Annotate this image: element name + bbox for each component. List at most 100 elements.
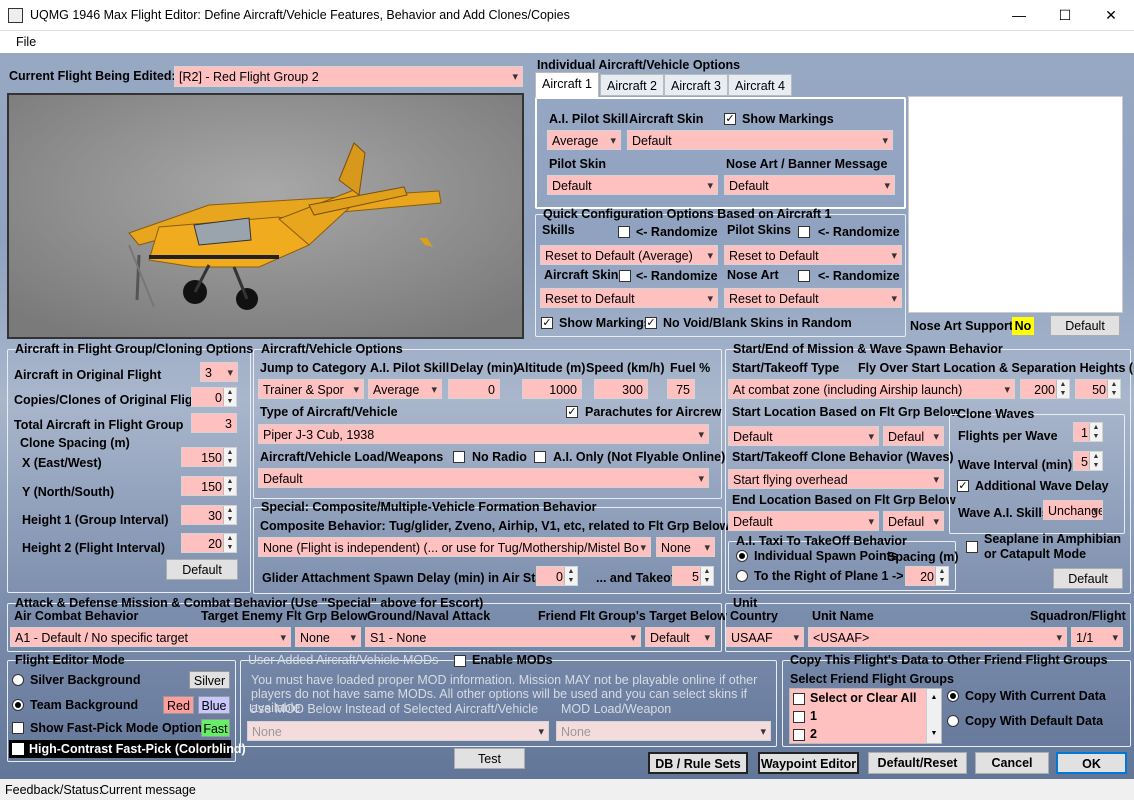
maximize-button[interactable]: ☐ (1042, 0, 1088, 30)
minimize-button[interactable]: — (996, 0, 1042, 30)
test-button[interactable]: Test (454, 748, 525, 769)
ok-button[interactable]: OK (1056, 752, 1127, 774)
skin-select[interactable]: Default (627, 130, 893, 150)
alt-input[interactable]: 1000 (522, 379, 582, 399)
fly-h2-input[interactable]: 50 ▲ ▼ (1075, 379, 1121, 399)
quick-show-markings-checkbox[interactable]: ✓ (541, 317, 553, 329)
menu-file[interactable]: File (16, 35, 36, 49)
tab-aircraft-4[interactable]: Aircraft 4 (728, 74, 793, 96)
mod-select[interactable]: None (247, 721, 549, 741)
default-reset-button[interactable]: Default/Reset (868, 752, 967, 774)
tab-aircraft-1[interactable]: Aircraft 1 (535, 72, 600, 98)
delay-input[interactable]: 0 (448, 379, 500, 399)
fast-pick-checkbox[interactable] (12, 722, 24, 734)
glider-input[interactable]: 0 ▲ ▼ (536, 566, 578, 586)
speed-input[interactable]: 300 (594, 379, 648, 399)
mod-load-select[interactable]: None (556, 721, 771, 741)
h1-spin[interactable]: ▲ ▼ (223, 506, 236, 524)
av-skill-select[interactable]: Average (368, 379, 442, 399)
randomize-pilot-skins-checkbox[interactable] (798, 226, 810, 238)
individual-spawn-radio[interactable] (736, 550, 748, 562)
right-input[interactable]: 20 ▲ ▼ (905, 566, 949, 586)
blue-swatch[interactable]: Blue (198, 696, 230, 714)
ground-attack-select[interactable]: S1 - None (365, 627, 641, 647)
fpw-spin[interactable]: ▲ ▼ (1089, 423, 1102, 441)
waypoint-button[interactable]: Waypoint Editor (758, 752, 859, 774)
copy-default-radio[interactable] (947, 715, 959, 727)
ai-only-checkbox[interactable] (534, 451, 546, 463)
fuel-input[interactable]: 75 (667, 379, 695, 399)
takeoff-input[interactable]: 5 ▲ ▼ (672, 566, 714, 586)
nose-select[interactable]: Default (724, 175, 895, 195)
cancel-button[interactable]: Cancel (975, 752, 1049, 774)
friend-2-checkbox[interactable] (793, 729, 805, 741)
parachutes-checkbox[interactable]: ✓ (566, 406, 578, 418)
cloning-default-button[interactable]: Default (166, 559, 238, 580)
composite-select[interactable]: None (Flight is independent) (... or use… (258, 537, 651, 557)
copies-input[interactable]: 0 ▲ ▼ (191, 387, 237, 407)
red-swatch[interactable]: Red (163, 696, 194, 714)
randomize-aircraft-skins-checkbox[interactable] (619, 270, 631, 282)
x-input[interactable]: 150 ▲ ▼ (181, 447, 237, 467)
h2-input[interactable]: 20 ▲ ▼ (181, 533, 237, 553)
randomize-nose-art-checkbox[interactable] (798, 270, 810, 282)
friend-list[interactable]: Select or Clear All 1 2 ▲ ▼ (789, 688, 942, 744)
randomize-skills-checkbox[interactable] (618, 226, 630, 238)
friend-target-select[interactable]: Default (645, 627, 715, 647)
squadron-select[interactable]: 1/1 (1071, 627, 1123, 647)
close-button[interactable]: ✕ (1088, 0, 1134, 30)
interval-spin[interactable]: ▲ ▼ (1089, 452, 1102, 470)
no-void-checkbox[interactable]: ✓ (645, 317, 657, 329)
current-flight-select[interactable]: [R2] - Red Flight Group 2 (174, 66, 523, 87)
quick-nose-art-select[interactable]: Reset to Default (724, 288, 902, 308)
show-markings-checkbox[interactable]: ✓ (724, 113, 736, 125)
unit-name-select[interactable]: <USAAF> (808, 627, 1067, 647)
enemy-target-select[interactable]: None (295, 627, 361, 647)
no-radio-checkbox[interactable] (453, 451, 465, 463)
fpw-input[interactable]: 1 ▲ ▼ (1073, 422, 1103, 442)
right-spin[interactable]: ▲ ▼ (935, 567, 948, 585)
friend-1-checkbox[interactable] (793, 711, 805, 723)
orig-select[interactable]: 3 (200, 362, 238, 382)
spawn-default-button[interactable]: Default (1053, 568, 1123, 589)
end-loc2-select[interactable]: Defaul (883, 511, 944, 531)
ai-skill-select[interactable]: Average (547, 130, 621, 150)
team-radio[interactable] (12, 699, 24, 711)
fly-h1-input[interactable]: 200 ▲ ▼ (1020, 379, 1070, 399)
seaplane-checkbox[interactable] (966, 541, 978, 553)
h2-spin[interactable]: ▲ ▼ (223, 534, 236, 552)
air-combat-select[interactable]: A1 - Default / No specific target (10, 627, 291, 647)
add-delay-checkbox[interactable]: ✓ (957, 480, 969, 492)
start-loc-select[interactable]: Default (728, 426, 879, 446)
composite2-select[interactable]: None (656, 537, 715, 557)
quick-aircraft-skins-select[interactable]: Reset to Default (540, 288, 718, 308)
load-select[interactable]: Default (258, 468, 709, 488)
tab-aircraft-3[interactable]: Aircraft 3 (664, 74, 729, 96)
nose-default-button[interactable]: Default (1050, 315, 1120, 336)
copy-current-radio[interactable] (947, 690, 959, 702)
takeoff-spin[interactable]: ▲ ▼ (700, 567, 713, 585)
y-spin[interactable]: ▲ ▼ (223, 477, 236, 495)
clone-behavior-select[interactable]: Start flying overhead (728, 469, 944, 489)
friend-list-scrollbar[interactable]: ▲ ▼ (926, 689, 941, 743)
db-rules-button[interactable]: DB / Rule Sets (648, 752, 748, 774)
copies-spin[interactable]: ▲ ▼ (223, 388, 236, 406)
type-select[interactable]: Piper J-3 Cub, 1938 (258, 424, 709, 444)
pilot-skin-select[interactable]: Default (547, 175, 718, 195)
glider-spin[interactable]: ▲ ▼ (564, 567, 577, 585)
silver-radio[interactable] (12, 674, 24, 686)
x-spin[interactable]: ▲ ▼ (223, 448, 236, 466)
enable-mods-checkbox[interactable] (454, 655, 466, 667)
interval-input[interactable]: 5 ▲ ▼ (1073, 451, 1103, 471)
fly-h1-spin[interactable]: ▲ ▼ (1056, 380, 1069, 398)
wave-skills-select[interactable]: Unchange (1043, 500, 1103, 520)
h1-input[interactable]: 30 ▲ ▼ (181, 505, 237, 525)
spawn-type-select[interactable]: At combat zone (including Airship launch… (728, 379, 1015, 399)
contrast-checkbox[interactable] (12, 743, 24, 755)
y-input[interactable]: 150 ▲ ▼ (181, 476, 237, 496)
silver-swatch[interactable]: Silver (189, 671, 230, 689)
fly-h2-spin[interactable]: ▲ ▼ (1107, 380, 1120, 398)
start-loc2-select[interactable]: Defaul (883, 426, 944, 446)
right-of-plane-radio[interactable] (736, 570, 748, 582)
friend-all-checkbox[interactable] (793, 693, 805, 705)
